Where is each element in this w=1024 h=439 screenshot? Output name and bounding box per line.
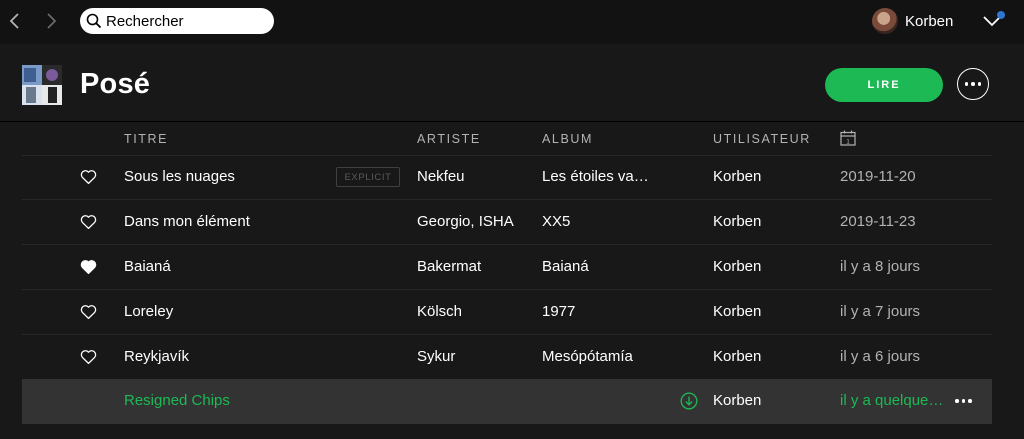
table-row[interactable]: Dans mon élément Georgio, ISHA XX5 Korbe… bbox=[22, 200, 992, 245]
search-icon bbox=[86, 13, 102, 29]
track-title[interactable]: Dans mon élément bbox=[124, 200, 250, 244]
explicit-badge: EXPLICIT bbox=[336, 167, 400, 187]
more-options-button[interactable] bbox=[957, 68, 989, 100]
track-artist[interactable]: Kölsch bbox=[417, 290, 462, 334]
calendar-day: 1 bbox=[846, 138, 850, 145]
search-input[interactable] bbox=[106, 11, 266, 31]
track-added-date: il y a 6 jours bbox=[840, 348, 921, 365]
search-box[interactable] bbox=[80, 8, 274, 34]
table-row[interactable]: Sous les nuages EXPLICIT Nekfeu Les étoi… bbox=[22, 155, 992, 200]
play-button[interactable]: LIRE bbox=[825, 68, 943, 102]
row-more-icon[interactable] bbox=[955, 399, 972, 403]
more-icon bbox=[964, 82, 982, 86]
track-title[interactable]: Sous les nuages bbox=[124, 155, 235, 199]
heart-icon[interactable] bbox=[80, 349, 97, 365]
track-artist[interactable]: Georgio, ISHA bbox=[417, 200, 514, 244]
track-title[interactable]: Baianá bbox=[124, 245, 171, 289]
track-artist[interactable]: Sykur bbox=[417, 335, 455, 379]
track-album[interactable]: Mesópótamía bbox=[542, 335, 633, 379]
notification-dot bbox=[997, 11, 1005, 19]
track-added-date: il y a 8 jours bbox=[840, 258, 921, 275]
playlist-title: Posé bbox=[80, 68, 151, 100]
track-added-date: 2019-11-20 bbox=[840, 168, 916, 185]
track-added-date: il y a quelque… bbox=[840, 392, 944, 409]
track-album[interactable]: XX5 bbox=[542, 200, 570, 244]
heart-icon[interactable] bbox=[80, 214, 97, 230]
track-title[interactable]: Loreley bbox=[124, 290, 173, 334]
heart-filled-icon[interactable] bbox=[80, 259, 97, 275]
track-user[interactable]: Korben bbox=[713, 335, 761, 379]
track-title[interactable]: Resigned Chips bbox=[124, 379, 230, 423]
top-bar: Korben bbox=[0, 0, 1024, 44]
column-artist[interactable]: ARTISTE bbox=[417, 132, 481, 146]
tracklist-header: TITRE ARTISTE ALBUM UTILISATEUR 1 bbox=[22, 122, 992, 156]
track-added-date: 2019-11-23 bbox=[840, 213, 916, 230]
heart-icon[interactable] bbox=[80, 169, 97, 185]
track-title[interactable]: Reykjavík bbox=[124, 335, 189, 379]
track-user[interactable]: Korben bbox=[713, 290, 761, 334]
track-user[interactable]: Korben bbox=[713, 200, 761, 244]
heart-icon[interactable] bbox=[80, 304, 97, 320]
track-artist[interactable]: Bakermat bbox=[417, 245, 481, 289]
track-album[interactable]: Les étoiles va… bbox=[542, 155, 649, 199]
back-arrow-icon[interactable] bbox=[5, 11, 25, 31]
track-user[interactable]: Korben bbox=[713, 245, 761, 289]
calendar-icon[interactable]: 1 bbox=[840, 130, 856, 146]
track-added-date: il y a 7 jours bbox=[840, 303, 921, 320]
column-album[interactable]: ALBUM bbox=[542, 132, 593, 146]
forward-arrow-icon[interactable] bbox=[41, 11, 61, 31]
track-album[interactable]: Baianá bbox=[542, 245, 589, 289]
table-row[interactable]: Baianá Bakermat Baianá Korben il y a 8 j… bbox=[22, 245, 992, 290]
track-user[interactable]: Korben bbox=[713, 155, 761, 199]
track-user[interactable]: Korben bbox=[713, 379, 761, 423]
track-album[interactable]: 1977 bbox=[542, 290, 575, 334]
table-row[interactable]: Reykjavík Sykur Mesópótamía Korben il y … bbox=[22, 335, 992, 380]
username[interactable]: Korben bbox=[905, 13, 953, 30]
avatar[interactable] bbox=[872, 8, 898, 34]
playlist-cover bbox=[22, 65, 62, 105]
table-row-selected[interactable]: Resigned Chips Korben il y a quelque… bbox=[22, 379, 992, 424]
track-artist[interactable]: Nekfeu bbox=[417, 155, 465, 199]
column-title[interactable]: TITRE bbox=[124, 132, 168, 146]
column-user[interactable]: UTILISATEUR bbox=[713, 132, 811, 146]
download-icon[interactable] bbox=[680, 392, 698, 410]
table-row[interactable]: Loreley Kölsch 1977 Korben il y a 7 jour… bbox=[22, 290, 992, 335]
